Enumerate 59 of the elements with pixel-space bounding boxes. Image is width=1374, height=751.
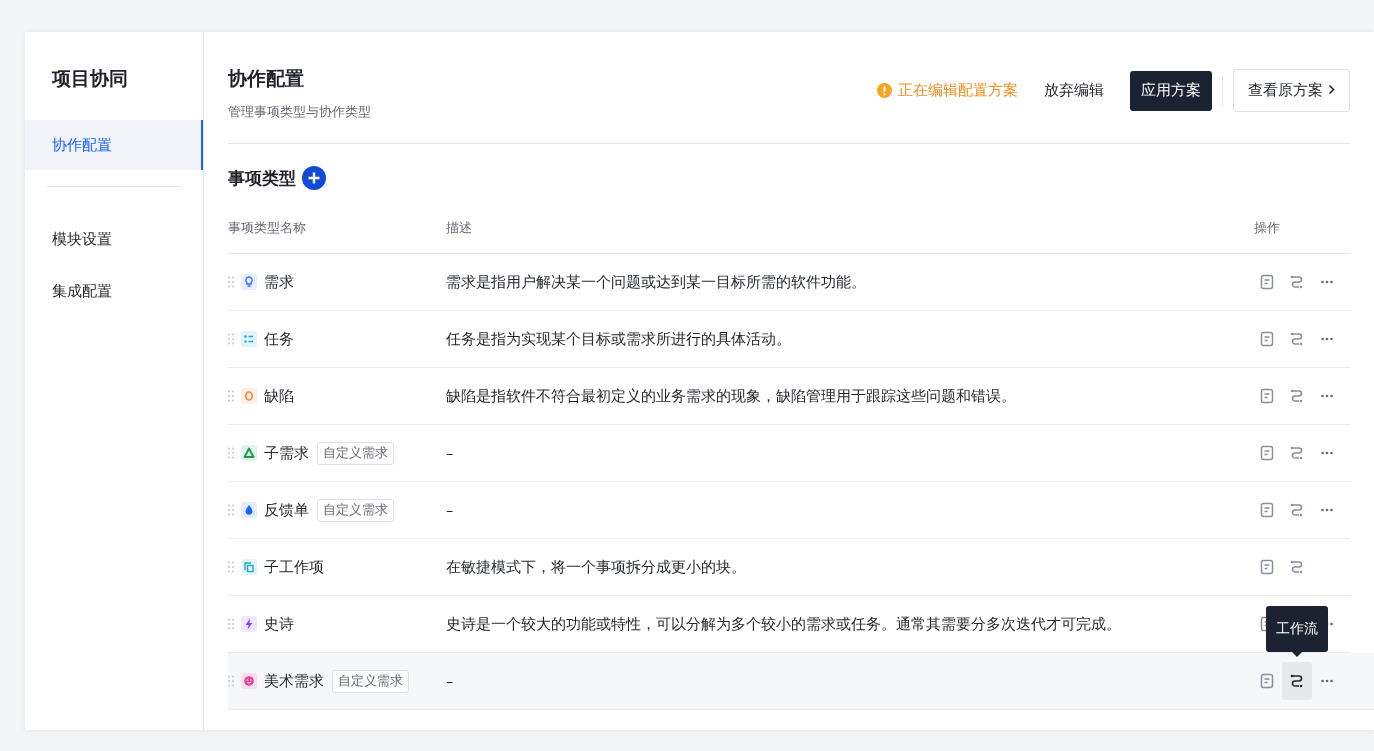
item-description: 史诗是一个较大的功能或特性，可以分解为多个较小的需求或任务。通常其需要分多次迭代才可完成。 — [446, 614, 1122, 634]
more-icon[interactable] — [1320, 508, 1334, 512]
document-icon[interactable] — [1260, 445, 1274, 461]
column-header: 描述 — [446, 219, 473, 237]
sidebar-item[interactable]: 模块设置 — [25, 213, 203, 265]
item-type-name: 任务 — [264, 329, 294, 349]
sidebar-item[interactable]: 集成配置 — [25, 265, 203, 317]
custom-tag: 自定义需求 — [332, 669, 409, 693]
view-original-button[interactable]: 查看原方案 — [1233, 69, 1350, 112]
section-title: 事项类型 — [228, 166, 296, 190]
document-icon[interactable] — [1260, 274, 1274, 290]
item-description: – — [446, 502, 455, 518]
more-icon[interactable] — [1320, 451, 1334, 455]
more-icon[interactable] — [1320, 280, 1334, 284]
drag-handle-icon[interactable] — [228, 276, 234, 288]
drag-handle-icon[interactable] — [228, 390, 234, 402]
item-type-name: 缺陷 — [264, 386, 294, 406]
page-title: 协作配置 — [228, 66, 305, 91]
item-type-name: 子需求 — [264, 443, 309, 463]
more-icon[interactable] — [1320, 337, 1334, 341]
item-description: 缺陷是指软件不符合最初定义的业务需求的现象，缺陷管理用于跟踪这些问题和错误。 — [446, 386, 1017, 406]
drag-handle-icon[interactable] — [228, 447, 234, 459]
editing-status: 正在编辑配置方案 — [898, 81, 1019, 100]
column-header: 操作 — [1253, 219, 1281, 237]
item-type-name: 需求 — [264, 272, 294, 292]
item-description: 在敏捷模式下，将一个事项拆分成更小的块。 — [446, 557, 747, 577]
drag-handle-icon[interactable] — [228, 333, 234, 345]
sidebar-title: 项目协同 — [50, 66, 129, 91]
item-type-name: 史诗 — [264, 614, 294, 634]
custom-tag: 自定义需求 — [317, 441, 394, 465]
drag-handle-icon[interactable] — [228, 561, 234, 573]
item-type-name: 反馈单 — [264, 500, 309, 520]
item-description: 需求是指用户解决某一个问题或达到某一目标所需的软件功能。 — [446, 272, 867, 292]
drag-handle-icon[interactable] — [228, 618, 234, 630]
more-icon[interactable] — [1320, 394, 1334, 398]
custom-tag: 自定义需求 — [317, 498, 394, 522]
item-description: 任务是指为实现某个目标或需求所进行的具体活动。 — [446, 329, 792, 349]
tooltip-arrow — [1292, 652, 1302, 657]
document-icon[interactable] — [1260, 559, 1274, 575]
item-description: – — [446, 445, 455, 461]
sidebar-item[interactable]: 协作配置 — [25, 120, 203, 170]
chevron-right-icon — [1328, 84, 1335, 95]
drag-handle-icon[interactable] — [228, 675, 234, 687]
workflow-icon[interactable] — [1290, 673, 1304, 689]
item-type-name: 美术需求 — [264, 671, 324, 691]
warning-icon — [877, 83, 893, 98]
document-icon[interactable] — [1260, 502, 1274, 518]
discard-edit-button[interactable]: 放弃编辑 — [1032, 70, 1117, 111]
document-icon[interactable] — [1260, 331, 1274, 347]
item-type-name: 子工作项 — [264, 557, 324, 577]
document-icon[interactable] — [1260, 673, 1274, 689]
more-icon[interactable] — [1320, 679, 1334, 683]
add-icon[interactable] — [302, 166, 326, 190]
apply-plan-button[interactable]: 应用方案 — [1130, 70, 1213, 111]
document-icon[interactable] — [1260, 388, 1274, 404]
drag-handle-icon[interactable] — [228, 504, 234, 516]
column-header: 事项类型名称 — [228, 219, 307, 237]
item-description: – — [446, 673, 455, 689]
page-subtitle: 管理事项类型与协作类型 — [228, 103, 371, 121]
